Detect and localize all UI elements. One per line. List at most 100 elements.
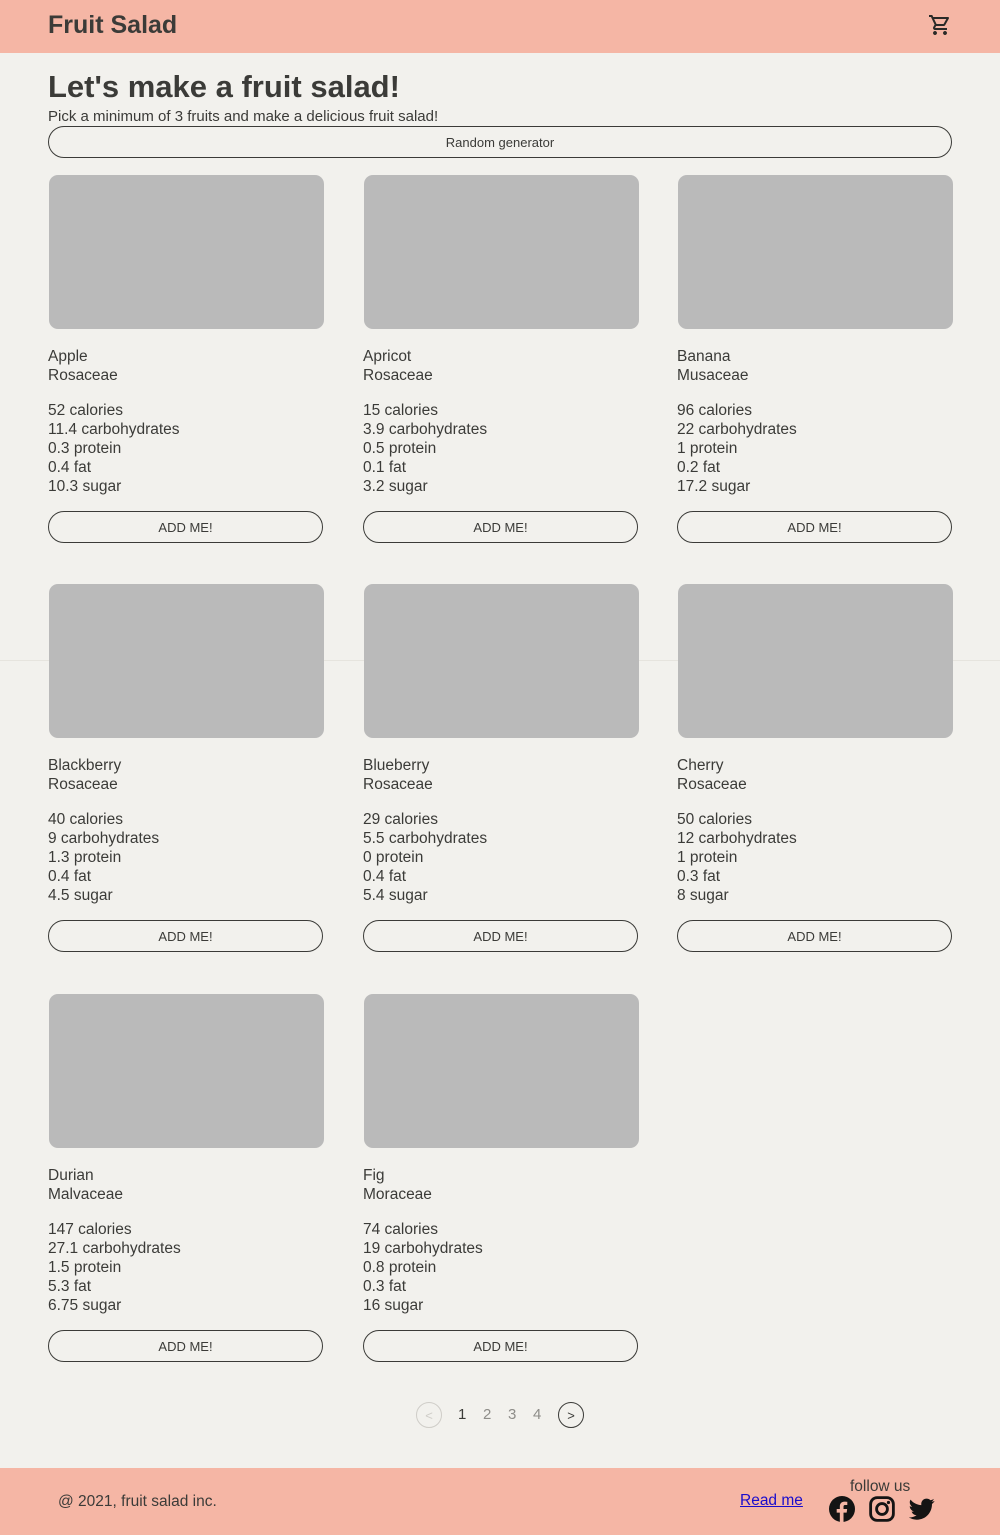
fruit-family: Rosaceae [48,776,118,793]
fruit-image-placeholder [364,175,639,329]
nutrition-list: 29 calories 5.5 carbohydrates 0 protein … [363,810,487,905]
fruit-family: Musaceae [677,367,749,384]
fruit-image-placeholder [364,584,639,738]
twitter-icon[interactable] [908,1496,935,1522]
add-blackberry-button[interactable]: ADD ME! [48,920,323,952]
add-durian-button[interactable]: ADD ME! [48,1330,323,1362]
fat: 0.3 fat [363,1278,407,1295]
calories: 74 calories [363,1221,438,1238]
pagination-next-button[interactable]: > [558,1402,584,1428]
calories: 52 calories [48,402,123,419]
fat: 0.4 fat [363,868,407,885]
sugar: 3.2 sugar [363,478,428,495]
fat: 0.1 fat [363,459,407,476]
sugar: 16 sugar [363,1297,424,1314]
nutrition-list: 52 calories 11.4 carbohydrates 0.3 prote… [48,401,180,496]
page-3-link[interactable]: 3 [508,1406,516,1423]
fruit-card-durian: Durian Malvaceae 147 calories 27.1 carbo… [48,994,324,1364]
fat: 0.3 fat [677,868,721,885]
instagram-icon[interactable] [869,1496,895,1522]
page-4-link[interactable]: 4 [533,1406,541,1423]
carbohydrates: 5.5 carbohydrates [363,830,488,847]
fruit-image-placeholder [49,175,324,329]
carbohydrates: 9 carbohydrates [48,830,160,847]
fruit-family: Moraceae [363,1186,432,1203]
pagination-prev-button[interactable]: < [416,1402,442,1428]
protein: 1 protein [677,440,738,457]
carbohydrates: 11.4 carbohydrates [48,421,180,438]
protein: 0 protein [363,849,424,866]
nutrition-list: 147 calories 27.1 carbohydrates 1.5 prot… [48,1220,181,1315]
random-generator-button[interactable]: Random generator [48,126,952,158]
nutrition-list: 96 calories 22 carbohydrates 1 protein 0… [677,401,797,496]
add-apricot-button[interactable]: ADD ME! [363,511,638,543]
fruit-name: Durian [48,1167,94,1184]
read-me-link[interactable]: Read me [740,1492,803,1510]
shopping-cart-icon[interactable] [927,13,953,37]
site-footer: @ 2021, fruit salad inc. Read me follow … [0,1468,1000,1535]
sugar: 8 sugar [677,887,729,904]
fruit-image-placeholder [678,175,953,329]
page-title: Let's make a fruit salad! [48,69,400,104]
fruit-card-cherry: Cherry Rosaceae 50 calories 12 carbohydr… [677,584,953,954]
fat: 0.2 fat [677,459,721,476]
fruit-image-placeholder [364,994,639,1148]
fruit-name: Blueberry [363,757,430,774]
calories: 40 calories [48,811,123,828]
fruit-name: Blackberry [48,757,122,774]
fruit-family: Rosaceae [48,367,118,384]
fruit-image-placeholder [49,584,324,738]
fruit-name: Apple [48,348,88,365]
fruit-family: Malvaceae [48,1186,123,1203]
fruit-image-placeholder [678,584,953,738]
add-blueberry-button[interactable]: ADD ME! [363,920,638,952]
protein: 0.3 protein [48,440,122,457]
calories: 96 calories [677,402,752,419]
fat: 0.4 fat [48,868,92,885]
brand-title[interactable]: Fruit Salad [48,11,177,40]
nutrition-list: 74 calories 19 carbohydrates 0.8 protein… [363,1220,483,1315]
nutrition-list: 15 calories 3.9 carbohydrates 0.5 protei… [363,401,487,496]
pagination: < 1 2 3 4 > [0,1402,1000,1430]
calories: 50 calories [677,811,752,828]
add-cherry-button[interactable]: ADD ME! [677,920,952,952]
calories: 29 calories [363,811,438,828]
nutrition-list: 50 calories 12 carbohydrates 1 protein 0… [677,810,797,905]
fruit-card-apricot: Apricot Rosaceae 15 calories 3.9 carbohy… [363,175,639,545]
fruit-card-blueberry: Blueberry Rosaceae 29 calories 5.5 carbo… [363,584,639,954]
carbohydrates: 3.9 carbohydrates [363,421,488,438]
sugar: 17.2 sugar [677,478,751,495]
fat: 0.4 fat [48,459,92,476]
protein: 1.5 protein [48,1259,122,1276]
protein: 1.3 protein [48,849,122,866]
protein: 0.8 protein [363,1259,437,1276]
protein: 0.5 protein [363,440,437,457]
add-banana-button[interactable]: ADD ME! [677,511,952,543]
page-2-link[interactable]: 2 [483,1406,491,1423]
fruit-name: Fig [363,1167,385,1184]
facebook-icon[interactable] [829,1496,855,1522]
fruit-card-blackberry: Blackberry Rosaceae 40 calories 9 carboh… [48,584,324,954]
carbohydrates: 22 carbohydrates [677,421,797,438]
calories: 147 calories [48,1221,132,1238]
follow-us-label: follow us [850,1478,911,1495]
protein: 1 protein [677,849,738,866]
add-apple-button[interactable]: ADD ME! [48,511,323,543]
sugar: 4.5 sugar [48,887,113,904]
fruit-name: Apricot [363,348,412,365]
carbohydrates: 19 carbohydrates [363,1240,483,1257]
fruit-card-fig: Fig Moraceae 74 calories 19 carbohydrate… [363,994,639,1364]
fruit-card-apple: Apple Rosaceae 52 calories 11.4 carbohyd… [48,175,324,545]
sugar: 5.4 sugar [363,887,428,904]
fruit-family: Rosaceae [363,367,433,384]
sugar: 10.3 sugar [48,478,122,495]
copyright-text: @ 2021, fruit salad inc. [58,1493,217,1510]
fruit-name: Cherry [677,757,724,774]
page-1-link[interactable]: 1 [458,1406,466,1423]
fruit-name: Banana [677,348,731,365]
calories: 15 calories [363,402,438,419]
add-fig-button[interactable]: ADD ME! [363,1330,638,1362]
carbohydrates: 12 carbohydrates [677,830,797,847]
site-header: Fruit Salad [0,0,1000,53]
fruit-card-banana: Banana Musaceae 96 calories 22 carbohydr… [677,175,953,545]
